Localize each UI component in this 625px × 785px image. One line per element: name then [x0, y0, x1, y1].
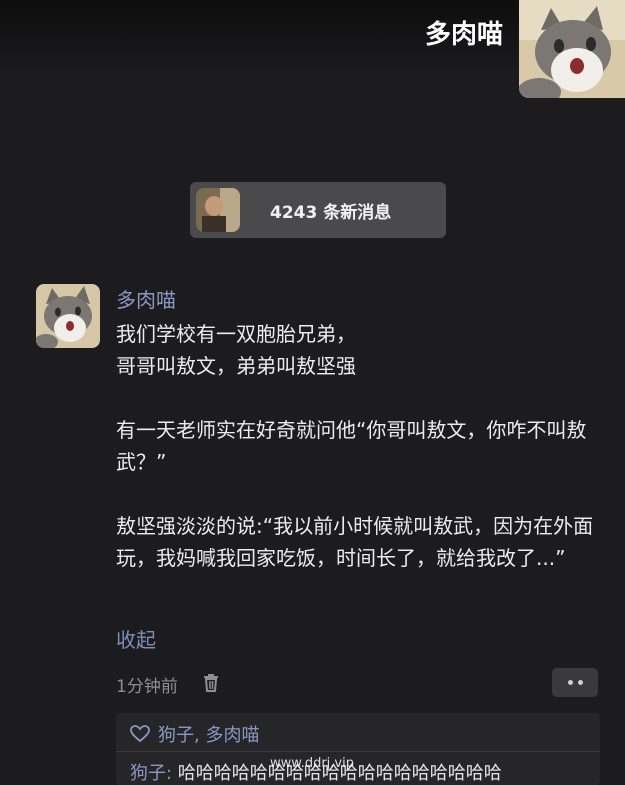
more-actions-button[interactable]: [552, 668, 598, 697]
comment-author[interactable]: 狗子:: [130, 763, 172, 784]
watermark: www.ddrj.vip: [270, 756, 354, 771]
header-title: 多肉喵: [424, 20, 503, 50]
post-paragraph: 有一天老师实在好奇就问他“你哥叫敖文，你咋不叫敖武？”: [116, 418, 587, 474]
post-author-name[interactable]: 多肉喵: [116, 284, 176, 313]
new-messages-banner[interactable]: 4243 条新消息: [190, 182, 446, 238]
collapse-link[interactable]: 收起: [116, 624, 156, 653]
likes-comments-panel: 狗子, 多肉喵 狗子: 哈哈哈哈哈哈哈哈哈哈哈哈哈哈哈哈哈哈: [116, 713, 600, 785]
divider: [116, 751, 600, 752]
dot-icon: [567, 680, 573, 685]
top-bar: 多肉喵: [0, 0, 625, 98]
likes-names[interactable]: 狗子, 多肉喵: [158, 721, 259, 747]
comment-item[interactable]: 狗子: 哈哈哈哈哈哈哈哈哈哈哈哈哈哈哈哈哈哈: [130, 759, 600, 785]
trash-icon[interactable]: [203, 674, 219, 692]
post-timestamp: 1分钟前: [116, 677, 178, 697]
dot-icon: [577, 680, 583, 685]
author-avatar[interactable]: [36, 284, 100, 348]
heart-icon: [130, 725, 150, 743]
cat-avatar[interactable]: [519, 0, 625, 98]
post-paragraph: 我们学校有一双胞胎兄弟， 哥哥叫敖文，弟弟叫敖坚强: [116, 322, 356, 378]
post-content: 我们学校有一双胞胎兄弟， 哥哥叫敖文，弟弟叫敖坚强 有一天老师实在好奇就问他“你…: [116, 318, 606, 574]
new-messages-count: 4243 条新消息: [270, 202, 392, 223]
sender-avatar: [196, 188, 240, 232]
post-paragraph: 敖坚强淡淡的说:“我以前小时候就叫敖武，因为在外面玩，我妈喊我回家吃饭，时间长了…: [116, 514, 594, 570]
likes-row: 狗子, 多肉喵: [130, 721, 259, 747]
